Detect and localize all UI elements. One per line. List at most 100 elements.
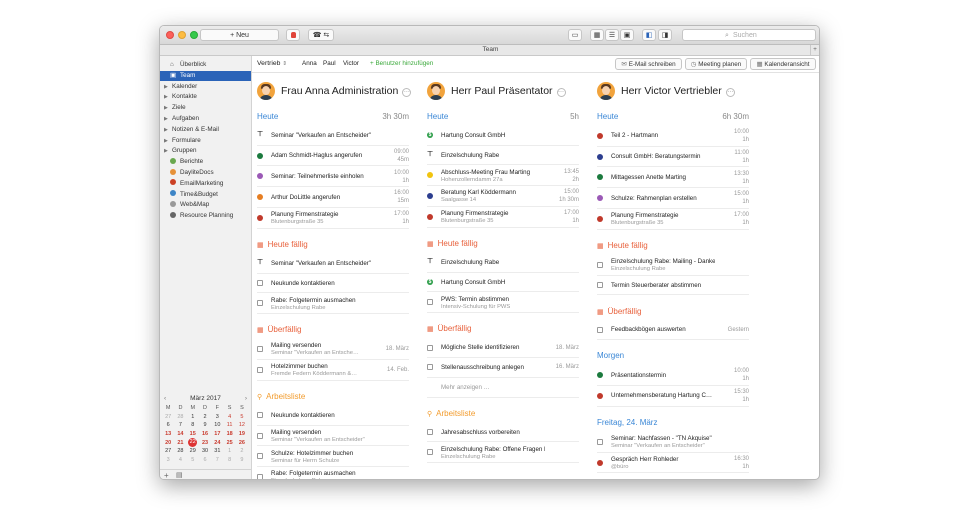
disclosure-triangle-icon[interactable]: ▶ bbox=[164, 146, 172, 156]
calendar-day[interactable]: 30 bbox=[199, 447, 211, 456]
group-select[interactable]: Vertrieb ⇕ bbox=[257, 60, 287, 67]
list-item[interactable]: Seminar: Teilnehmerliste einholen 10:00 1h bbox=[257, 168, 409, 188]
calendar-day[interactable]: 13 bbox=[162, 430, 174, 439]
new-button[interactable]: + Neu bbox=[200, 29, 279, 41]
disclosure-triangle-icon[interactable]: ▶ bbox=[164, 92, 172, 102]
sidebar-item-time-budget[interactable]: Time&Budget bbox=[160, 190, 251, 200]
list-item[interactable]: PWS: Termin abstimmen Intensiv-Schulung f… bbox=[427, 294, 579, 314]
checkbox[interactable] bbox=[257, 300, 263, 307]
calendar-day[interactable]: 6 bbox=[199, 456, 211, 465]
minimize-window-button[interactable] bbox=[178, 31, 186, 39]
checkbox[interactable] bbox=[427, 344, 433, 351]
sidebar-item-überblick[interactable]: ⌂ Überblick bbox=[160, 60, 251, 70]
calendar-day[interactable]: 14 bbox=[174, 430, 186, 439]
checkbox[interactable] bbox=[257, 366, 263, 373]
sidebar-item-kalender[interactable]: ▶ Kalender bbox=[160, 82, 251, 92]
next-month-button[interactable]: › bbox=[245, 394, 247, 404]
calendar-day[interactable]: 6 bbox=[162, 421, 174, 430]
calendar-day[interactable]: 5 bbox=[236, 413, 248, 422]
disclosure-triangle-icon[interactable]: ▶ bbox=[164, 103, 172, 113]
add-icon[interactable]: + bbox=[164, 471, 169, 479]
list-item[interactable]: Neukunde kontaktieren bbox=[257, 407, 409, 426]
sidebar-item-team[interactable]: ▣ Team bbox=[160, 70, 251, 81]
list-item[interactable]: Mögliche Stelle identifizieren 18. März bbox=[427, 339, 579, 358]
calendar-day[interactable]: 1 bbox=[187, 413, 199, 422]
checkbox[interactable] bbox=[257, 432, 263, 439]
list-item[interactable]: Hotelzimmer buchen Fremde Federn Ködderma… bbox=[257, 361, 409, 381]
calendar-day[interactable]: 7 bbox=[211, 456, 223, 465]
list-item[interactable]: ⊤ Einzelschulung Rabe bbox=[427, 147, 579, 166]
checkbox[interactable] bbox=[257, 346, 263, 353]
list-item[interactable]: Jahresabschluss vorbereiten bbox=[427, 424, 579, 443]
calendar-day[interactable]: 31 bbox=[211, 447, 223, 456]
calendar-day[interactable]: 4 bbox=[174, 456, 186, 465]
calendar-day[interactable]: 27 bbox=[162, 447, 174, 456]
calendar-day[interactable]: 15 bbox=[187, 430, 199, 439]
checkbox[interactable] bbox=[597, 326, 603, 333]
calendar-day[interactable]: 17 bbox=[211, 430, 223, 439]
more-options-icon[interactable]: ··· bbox=[402, 88, 412, 97]
list-item[interactable]: ⊤ Seminar "Verkaufen an Entscheider" bbox=[257, 255, 409, 274]
calendar-day[interactable]: 19 bbox=[236, 430, 248, 439]
list-item[interactable]: Stellenausschreibung anlegen 16. März bbox=[427, 359, 579, 378]
zoom-window-button[interactable] bbox=[190, 31, 198, 39]
calendar-day[interactable]: 1 bbox=[223, 447, 235, 456]
calendar-day[interactable]: 16 bbox=[199, 430, 211, 439]
checkbox[interactable] bbox=[257, 280, 263, 287]
checkbox[interactable] bbox=[597, 282, 603, 289]
list-item[interactable]: ⊤ Seminar "Verkaufen an Entscheider" bbox=[257, 127, 409, 146]
add-tab-button[interactable]: + bbox=[810, 45, 819, 55]
calendar-day[interactable]: 2 bbox=[236, 447, 248, 456]
checkbox[interactable] bbox=[257, 412, 263, 419]
sidebar-item-gruppen[interactable]: ▶ Gruppen bbox=[160, 146, 251, 156]
sidebar-item-notizen-e-mail[interactable]: ▶ Notizen & E-Mail bbox=[160, 125, 251, 135]
calendar-day[interactable]: 27 bbox=[162, 413, 174, 422]
more-options-icon[interactable]: ··· bbox=[556, 88, 566, 97]
list-item[interactable]: Abschluss-Meeting Frau Marting Hohenzolle… bbox=[427, 167, 579, 187]
list-item[interactable]: Schulze: Hotelzimmer buchen Seminar für H… bbox=[257, 448, 409, 468]
list-item[interactable]: Mehr anzeigen … bbox=[427, 379, 579, 398]
calendar-day[interactable]: 21 bbox=[174, 438, 186, 447]
calendar-day[interactable]: 26 bbox=[236, 438, 248, 447]
list-item[interactable]: Mittagessen Anette Marting 13:30 1h bbox=[597, 169, 749, 189]
calendar-view-button[interactable]: ▦ Kalenderansicht bbox=[750, 58, 816, 70]
calendar-view-icon[interactable]: ▦ bbox=[590, 29, 604, 41]
list-item[interactable]: Teil 2 - Hartmann 10:00 1h bbox=[597, 127, 749, 147]
prev-month-button[interactable]: ‹ bbox=[164, 394, 166, 404]
checkbox[interactable] bbox=[597, 438, 603, 445]
list-item[interactable]: Adam Schmidt-Haglus angerufen 09:00 45m bbox=[257, 147, 409, 167]
contact-view-icon[interactable]: ▣ bbox=[620, 29, 634, 41]
checkbox[interactable] bbox=[427, 429, 433, 436]
user-filter-victor[interactable]: Victor bbox=[343, 60, 359, 67]
calendar-day[interactable]: 18 bbox=[223, 430, 235, 439]
calendar-day[interactable]: 20 bbox=[162, 438, 174, 447]
sidebar-toggle-icon[interactable]: ▭ bbox=[568, 29, 582, 41]
calendar-day[interactable]: 4 bbox=[223, 413, 235, 422]
avatar[interactable] bbox=[257, 82, 275, 100]
disclosure-triangle-icon[interactable]: ▶ bbox=[164, 125, 172, 135]
list-item[interactable]: $ Hartung Consult GmbH bbox=[427, 127, 579, 146]
calendar-day[interactable]: 22 bbox=[187, 438, 199, 447]
list-item[interactable]: Seminar: Nachfassen - "TN Akquise" Semina… bbox=[597, 433, 749, 453]
list-item[interactable]: Planung Firmenstrategie Blutenburgstraße … bbox=[427, 208, 579, 228]
sidebar-item-kontakte[interactable]: ▶ Kontakte bbox=[160, 92, 251, 102]
calendar-day[interactable]: 25 bbox=[223, 438, 235, 447]
sidebar-item-web-map[interactable]: Web&Map bbox=[160, 200, 251, 210]
sidebar-item-resource-planning[interactable]: Resource Planning bbox=[160, 211, 251, 221]
search-input[interactable]: ⌕ Suchen bbox=[682, 29, 816, 41]
calendar-day[interactable]: 23 bbox=[199, 438, 211, 447]
sidebar-item-daylit-docs[interactable]: DaylitеDocs bbox=[160, 168, 251, 178]
sidebar-item-aufgaben[interactable]: ▶ Aufgaben bbox=[160, 114, 251, 124]
list-item[interactable]: Rabe: Folgetermin ausmachenEinzelschulun… bbox=[257, 468, 409, 479]
list-item[interactable]: Einzelschulung Rabe: Offene Fragen beant… bbox=[427, 444, 579, 464]
right-panel-icon[interactable]: ◨ bbox=[658, 29, 672, 41]
list-item[interactable]: Mailing versenden Seminar "Verkaufen an E… bbox=[257, 340, 409, 360]
list-item[interactable]: Gespräch Herr Rohleder @büro 16:30 1h bbox=[597, 454, 749, 474]
list-item[interactable]: Rabe: Folgetermin ausmachenEinzelschulun… bbox=[257, 295, 409, 315]
left-panel-icon[interactable]: ◧ bbox=[642, 29, 656, 41]
list-item[interactable]: Consult GmbH: Beratungstermin 11:00 1h bbox=[597, 148, 749, 168]
list-item[interactable]: Arthur DoLittle angerufen 16:00 15m bbox=[257, 188, 409, 208]
calendar-day[interactable]: 28 bbox=[174, 413, 186, 422]
disclosure-triangle-icon[interactable]: ▶ bbox=[164, 136, 172, 146]
list-item[interactable]: Planung Firmenstrategie Blutenburgstraße … bbox=[257, 209, 409, 229]
